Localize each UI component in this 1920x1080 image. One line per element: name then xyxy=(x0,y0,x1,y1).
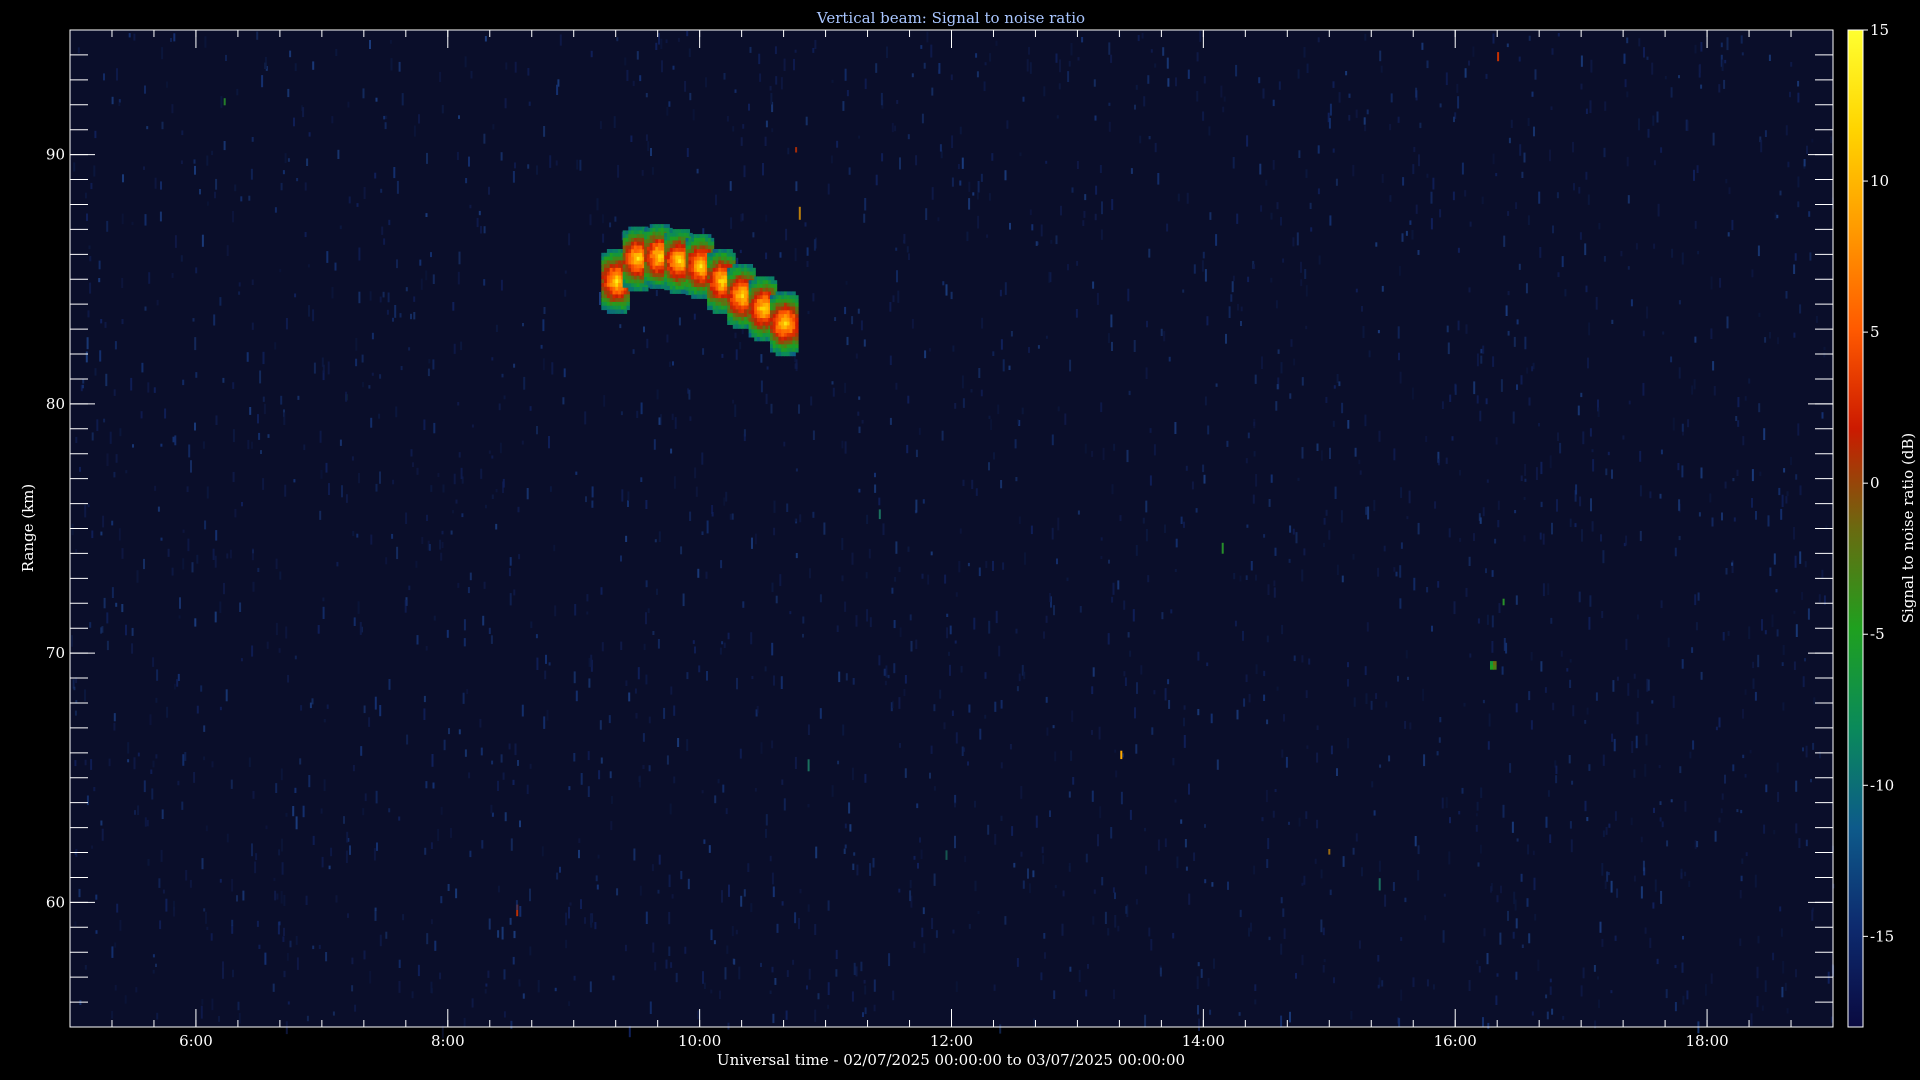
colorbar-label: Signal to noise ratio (dB) xyxy=(1899,433,1917,624)
x-tick-label: 14:00 xyxy=(1182,1032,1225,1050)
plot-area xyxy=(70,30,1835,1039)
y-tick-label: 90 xyxy=(46,146,65,164)
colorbar: 15 10 5 0 -5 -10 -15 xyxy=(1847,21,1894,1028)
x-tick-label: 16:00 xyxy=(1434,1032,1477,1050)
x-tick-label: 18:00 xyxy=(1685,1032,1728,1050)
chart-title: Vertical beam: Signal to noise ratio xyxy=(816,9,1085,27)
snr-chart: Vertical beam: Signal to noise ratio 6:0… xyxy=(19,9,1917,1069)
plot-background xyxy=(70,30,1833,1027)
x-tick-label: 6:00 xyxy=(179,1032,213,1050)
y-tick-label: 80 xyxy=(46,395,65,413)
y-tick-label: 70 xyxy=(46,644,65,662)
y-axis-label: Range (km) xyxy=(19,484,37,573)
colorbar-tick-label: -5 xyxy=(1870,625,1885,643)
colorbar-tick-label: 0 xyxy=(1870,474,1880,492)
colorbar-tick-label: 15 xyxy=(1870,21,1889,39)
colorbar-tick-label: 10 xyxy=(1870,172,1889,190)
x-tick-label: 10:00 xyxy=(678,1032,721,1050)
colorbar-tick-label: -10 xyxy=(1870,776,1894,794)
x-tick-label: 8:00 xyxy=(431,1032,465,1050)
colorbar-gradient xyxy=(1847,29,1864,1028)
echo-feature-2 xyxy=(1490,661,1497,670)
x-axis-label: Universal time - 02/07/2025 00:00:00 to … xyxy=(717,1051,1185,1069)
colorbar-tick-label: -15 xyxy=(1870,927,1894,945)
y-tick-label: 60 xyxy=(46,893,65,911)
colorbar-tick-label: 5 xyxy=(1870,323,1880,341)
x-tick-label: 12:00 xyxy=(930,1032,973,1050)
